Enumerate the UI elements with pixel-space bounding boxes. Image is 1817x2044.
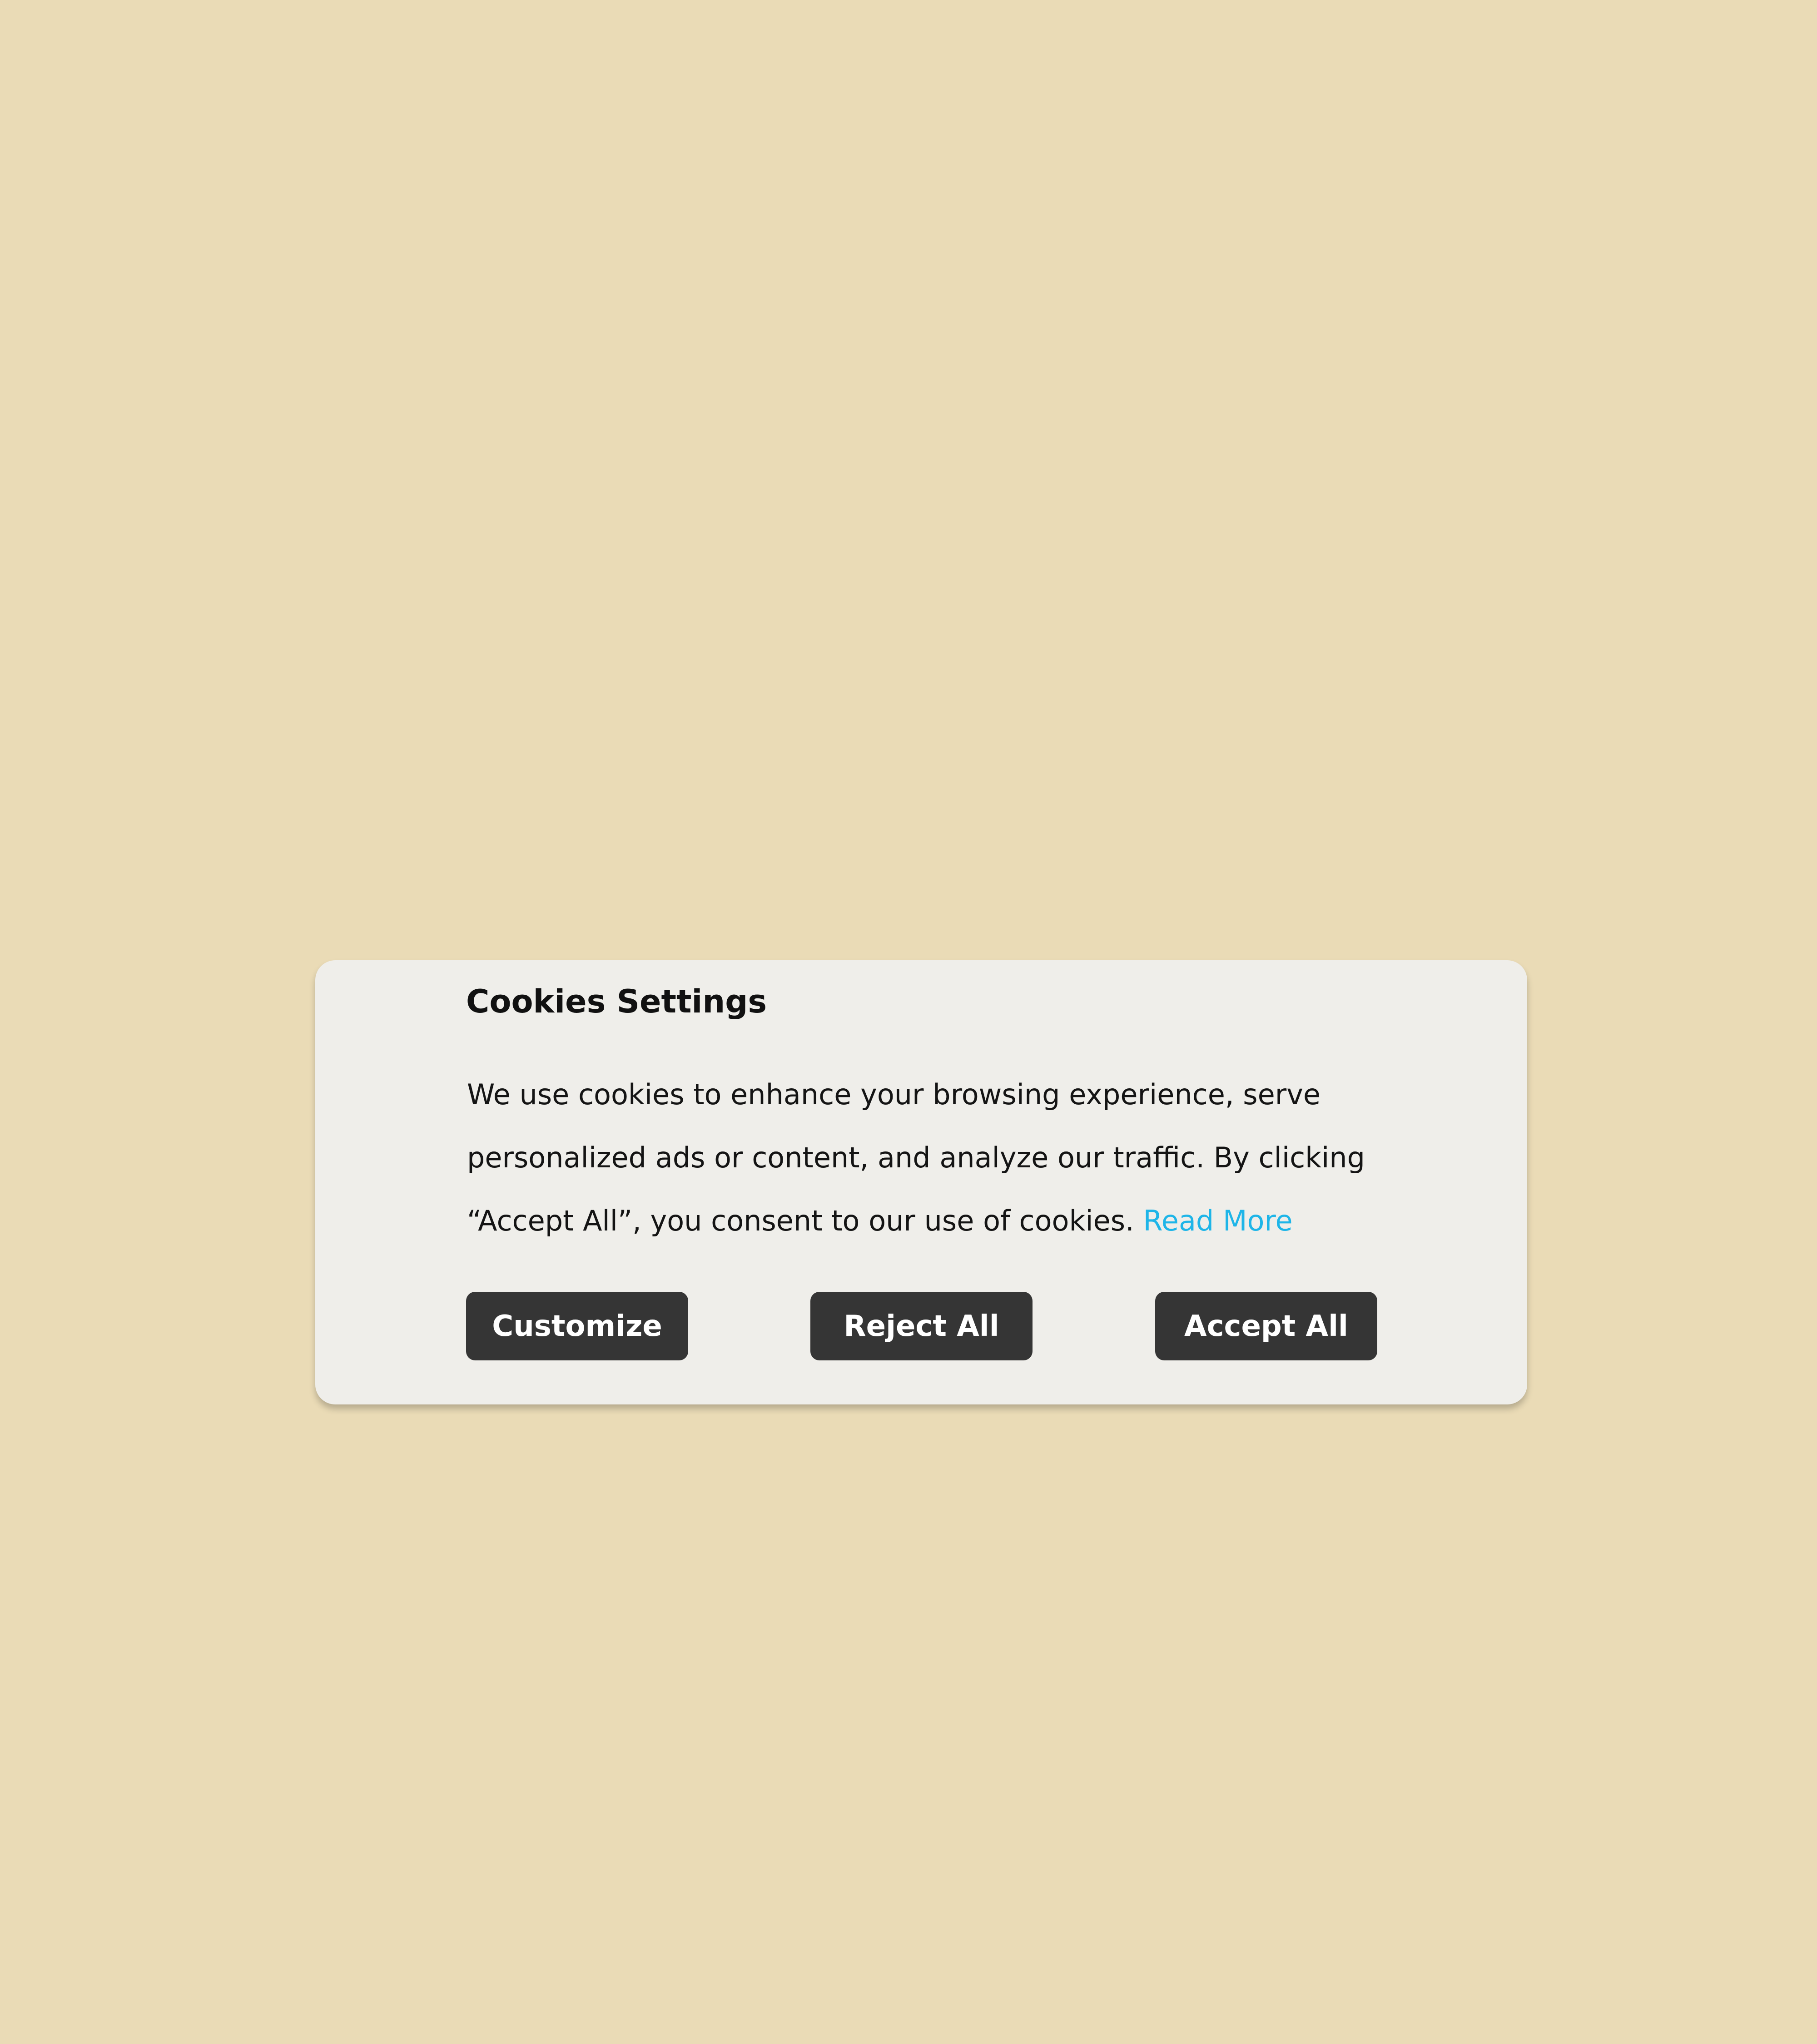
description-line-3-text: “Accept All”, you consent to our use of … xyxy=(467,1204,1134,1237)
cookie-description: We use cookies to enhance your browsing … xyxy=(467,1063,1475,1252)
description-line-1: We use cookies to enhance your browsing … xyxy=(467,1078,1321,1111)
reject-all-button[interactable]: Reject All xyxy=(810,1292,1033,1360)
dialog-title: Cookies Settings xyxy=(466,983,767,1020)
accept-all-button[interactable]: Accept All xyxy=(1155,1292,1377,1360)
description-line-3: “Accept All”, you consent to our use of … xyxy=(467,1189,1475,1252)
cookie-settings-dialog: Cookies Settings We use cookies to enhan… xyxy=(315,960,1527,1404)
description-line-2: personalized ads or content, and analyze… xyxy=(467,1141,1365,1174)
read-more-link[interactable]: Read More xyxy=(1143,1204,1293,1237)
customize-button[interactable]: Customize xyxy=(466,1292,688,1360)
